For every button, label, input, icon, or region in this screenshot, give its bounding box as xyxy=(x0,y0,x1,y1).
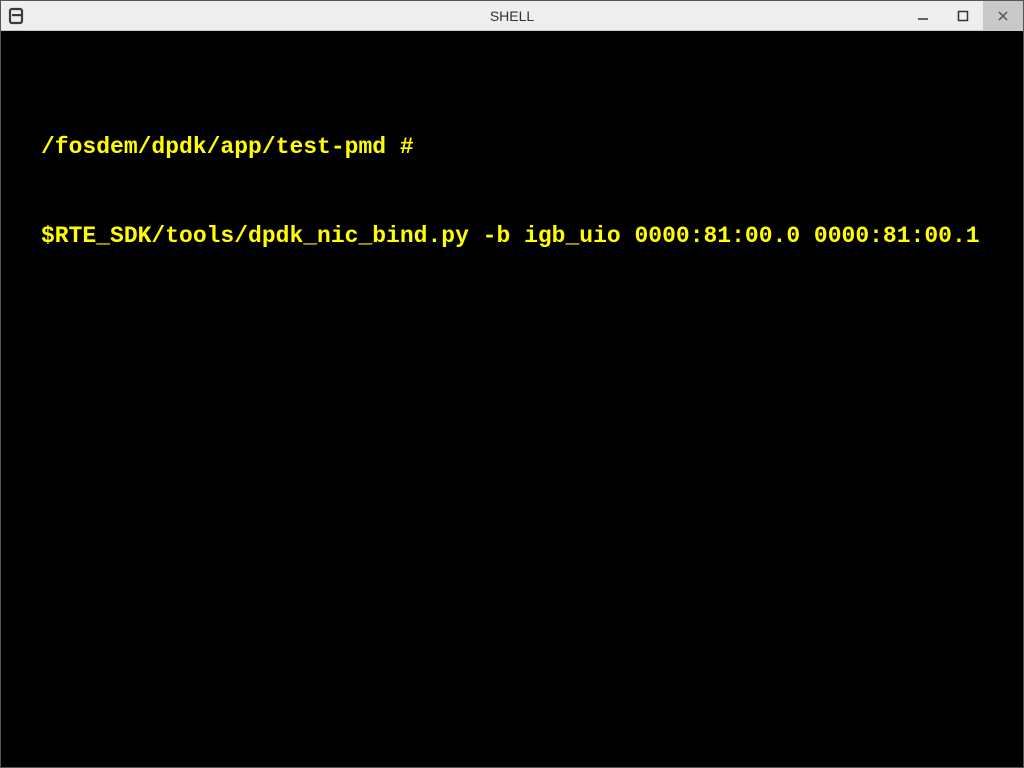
terminal-line: /fosdem/dpdk/app/test-pmd # xyxy=(41,133,983,163)
titlebar: SHELL xyxy=(1,1,1023,31)
close-button[interactable] xyxy=(983,1,1023,30)
window-title: SHELL xyxy=(490,8,534,24)
terminal-area[interactable]: /fosdem/dpdk/app/test-pmd # $RTE_SDK/too… xyxy=(1,31,1023,767)
maximize-button[interactable] xyxy=(943,1,983,30)
shell-window: SHELL /fosdem/dpdk/app/test-pmd # $RTE_S… xyxy=(0,0,1024,768)
window-controls xyxy=(903,1,1023,30)
terminal-line: $RTE_SDK/tools/dpdk_nic_bind.py -b igb_u… xyxy=(41,222,983,252)
minimize-button[interactable] xyxy=(903,1,943,30)
app-icon xyxy=(7,6,27,26)
